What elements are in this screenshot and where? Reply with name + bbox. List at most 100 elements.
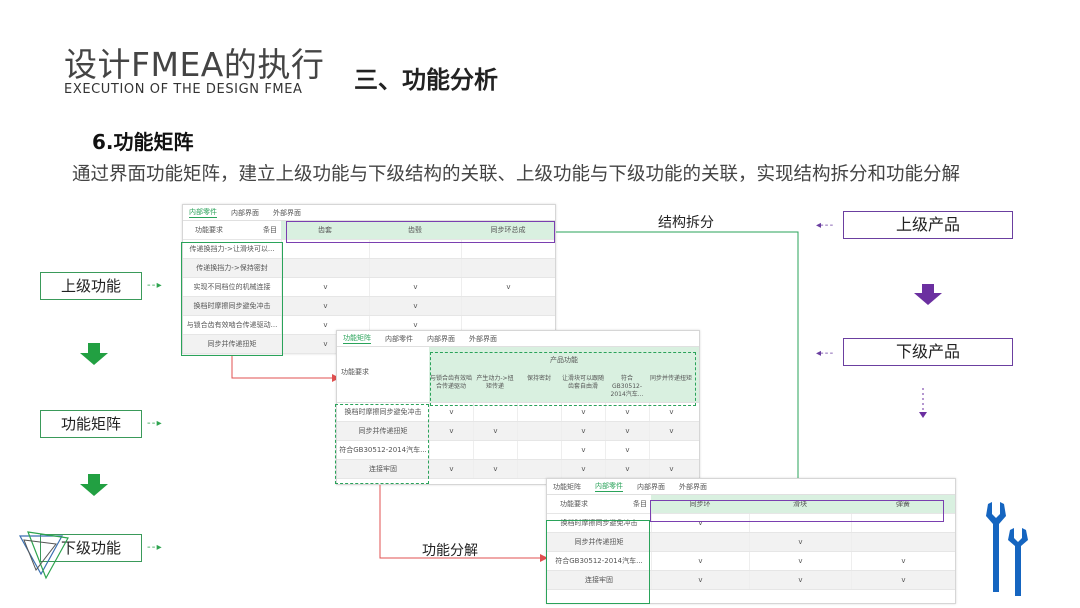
header-left: 功能要求 xyxy=(560,500,588,508)
matrix-cell[interactable]: v xyxy=(649,460,693,478)
group-header: 产品功能 xyxy=(429,347,699,373)
matrix-cell[interactable]: v xyxy=(749,552,851,570)
row-label: 符合GB30512-2014汽车... xyxy=(555,557,643,565)
table-row: 换档时摩擦同步避免冲击 v v v v xyxy=(337,403,699,422)
matrix-cell[interactable] xyxy=(281,259,369,277)
column-header: 齿毂 xyxy=(369,221,461,239)
tab-external-interface[interactable]: 外部界面 xyxy=(679,482,707,492)
row-label: 实现不同档位的机械连接 xyxy=(193,283,271,291)
matrix-lower-structure: 功能矩阵 内部零件 内部界面 外部界面 功能要求 条目 同步环 滑块 弹簧 换档… xyxy=(546,478,956,604)
tab-internal-interface[interactable]: 内部界面 xyxy=(637,482,665,492)
tab-internal-parts[interactable]: 内部零件 xyxy=(595,481,623,492)
matrix-cell[interactable]: v xyxy=(281,297,369,315)
table-row: 符合GB30512-2014汽车... v v v xyxy=(547,552,955,571)
tab-external-interface[interactable]: 外部界面 xyxy=(273,208,301,218)
tab-external-interface[interactable]: 外部界面 xyxy=(469,334,497,344)
matrix-cell[interactable]: v xyxy=(605,441,649,459)
matrix-cell[interactable]: v xyxy=(473,460,517,478)
header-item: 条目 xyxy=(633,500,647,508)
matrix-cell[interactable] xyxy=(473,441,517,459)
matrix-cell[interactable] xyxy=(517,441,561,459)
matrix-cell[interactable] xyxy=(649,441,693,459)
matrix-cell[interactable] xyxy=(517,460,561,478)
matrix-cell[interactable] xyxy=(517,422,561,440)
row-label: 同步并传递扭矩 xyxy=(358,427,408,435)
matrix-cell[interactable] xyxy=(281,240,369,258)
tab-internal-parts[interactable]: 内部零件 xyxy=(189,207,217,218)
matrix-cell[interactable] xyxy=(517,403,561,421)
table-row: 连接牢固 v v v v v xyxy=(337,460,699,479)
table-row: 换档时摩擦同步避免冲击 v xyxy=(547,514,955,533)
column-header: 保持密封 xyxy=(526,375,551,382)
matrix-header: 功能要求 产品功能 与锁合齿有效啮合传递驱动 产生动力->扭矩传递 保持密封 让滑块可… xyxy=(337,347,699,403)
matrix-cell[interactable]: v xyxy=(605,422,649,440)
row-label: 符合GB30512-2014汽车... xyxy=(339,446,427,454)
tab-internal-parts[interactable]: 内部零件 xyxy=(385,334,413,344)
matrix-cell[interactable]: v xyxy=(649,422,693,440)
column-header: 同步并传递扭矩 xyxy=(650,375,693,382)
matrix-cell[interactable]: v xyxy=(561,422,605,440)
matrix-cell[interactable]: v xyxy=(851,552,955,570)
table-row: 传递换挡力->保持密封 xyxy=(183,259,555,278)
matrix-cell[interactable]: v xyxy=(605,460,649,478)
row-label: 连接牢固 xyxy=(585,576,613,584)
table-row: 符合GB30512-2014汽车... v v xyxy=(337,441,699,460)
matrix-cell[interactable] xyxy=(851,514,955,532)
matrix-cell[interactable]: v xyxy=(749,571,851,589)
matrix-cell[interactable]: v xyxy=(561,460,605,478)
column-header: 齿套 xyxy=(281,221,369,239)
column-header: 滑块 xyxy=(749,495,851,513)
row-label: 同步并传递扭矩 xyxy=(207,340,257,348)
matrix-cell[interactable] xyxy=(473,403,517,421)
matrix-cell[interactable] xyxy=(651,533,749,551)
matrix-cell[interactable]: v xyxy=(429,460,473,478)
column-header: 与锁合齿有效啮合传递驱动 xyxy=(430,375,473,390)
row-label: 连接牢固 xyxy=(369,465,397,473)
matrix-cell[interactable]: v xyxy=(473,422,517,440)
header-left: 功能要求 xyxy=(341,368,369,376)
matrix-cell[interactable]: v xyxy=(649,403,693,421)
matrix-cell[interactable]: v xyxy=(851,571,955,589)
matrix-header-row: 功能要求 条目 同步环 滑块 弹簧 xyxy=(547,495,955,514)
matrix-cell[interactable]: v xyxy=(605,403,649,421)
table-row: 连接牢固 v v v xyxy=(547,571,955,590)
table-row: 换档时摩擦同步避免冲击 v v xyxy=(183,297,555,316)
matrix-product-function: 功能矩阵 内部零件 内部界面 外部界面 功能要求 产品功能 与锁合齿有效啮合传递… xyxy=(336,330,700,485)
header-left: 功能要求 xyxy=(195,226,223,234)
tab-function-matrix[interactable]: 功能矩阵 xyxy=(553,482,581,492)
matrix-cell[interactable] xyxy=(429,441,473,459)
matrix-cell[interactable]: v xyxy=(561,403,605,421)
row-label: 与锁合齿有效啮合传递驱动... xyxy=(186,321,278,329)
matrix-cell[interactable] xyxy=(369,240,461,258)
row-label: 换档时摩擦同步避免冲击 xyxy=(193,302,271,310)
row-label: 换档时摩擦同步避免冲击 xyxy=(560,519,638,527)
tab-function-matrix[interactable]: 功能矩阵 xyxy=(343,333,371,344)
tab-internal-interface[interactable]: 内部界面 xyxy=(427,334,455,344)
matrix-cell[interactable]: v xyxy=(461,278,555,296)
matrix-tabs: 功能矩阵 内部零件 内部界面 外部界面 xyxy=(547,479,955,495)
matrix-cell[interactable] xyxy=(461,240,555,258)
column-header: 同步环 xyxy=(651,495,749,513)
matrix-cell[interactable] xyxy=(749,514,851,532)
column-header: 同步环总成 xyxy=(461,221,555,239)
matrix-cell[interactable]: v xyxy=(429,403,473,421)
row-label: 换档时摩擦同步避免冲击 xyxy=(344,408,422,416)
column-header: 产生动力->扭矩传递 xyxy=(476,375,514,390)
matrix-cell[interactable]: v xyxy=(561,441,605,459)
matrix-cell[interactable] xyxy=(461,259,555,277)
matrix-cell[interactable]: v xyxy=(651,514,749,532)
matrix-cell[interactable]: v xyxy=(651,552,749,570)
tab-internal-interface[interactable]: 内部界面 xyxy=(231,208,259,218)
matrix-cell[interactable]: v xyxy=(429,422,473,440)
matrix-cell[interactable]: v xyxy=(369,278,461,296)
matrix-cell[interactable]: v xyxy=(749,533,851,551)
matrix-cell[interactable] xyxy=(851,533,955,551)
matrix-cell[interactable]: v xyxy=(281,278,369,296)
column-header: 符合GB30512-2014汽车... xyxy=(610,375,644,398)
matrix-cell[interactable]: v xyxy=(369,297,461,315)
matrix-cell[interactable] xyxy=(369,259,461,277)
matrix-cell[interactable] xyxy=(461,297,555,315)
row-label: 传递换挡力->让滑块可以... xyxy=(189,245,275,253)
matrix-cell[interactable]: v xyxy=(651,571,749,589)
column-header: 让滑块可以跟随齿套自由滑 xyxy=(562,375,605,390)
